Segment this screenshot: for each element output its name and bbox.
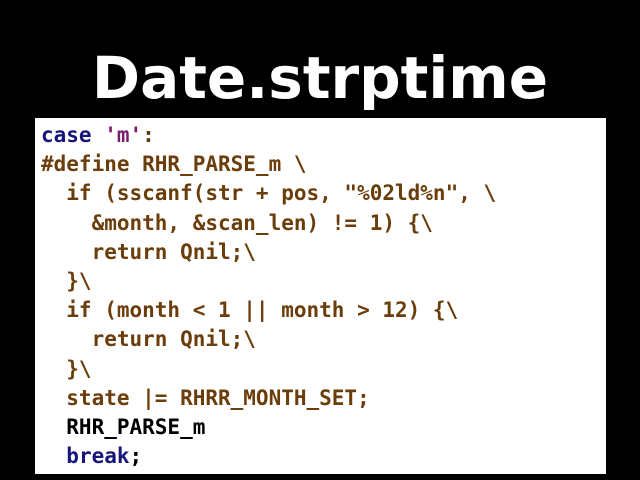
code-line: if (month < 1 || month > 12) {\ [41, 296, 606, 325]
code-token: break [66, 444, 130, 469]
code-token: #define RHR_PARSE_m \ [41, 152, 307, 177]
code-token: }\ [41, 356, 92, 381]
code-line: RHR_PARSE_m [41, 413, 606, 442]
code-line: }\ [41, 355, 606, 384]
code-token: RHR_PARSE_m [41, 414, 206, 439]
code-token: ; [129, 444, 143, 469]
code-token: }\ [41, 268, 92, 293]
code-token: &month, &scan_len) != 1) {\ [41, 210, 433, 235]
code-token: 'm' [104, 123, 143, 147]
code-line: }\ [41, 267, 606, 296]
code-line: if (sscanf(str + pos, "%02ld%n", \ [41, 179, 606, 208]
code-block: case 'm': #define RHR_PARSE_m \ if (sscan… [35, 118, 606, 474]
slide-title: Date.strptime [91, 44, 549, 112]
code-token: if (sscanf(str + pos, "%02ld%n", \ [41, 181, 497, 206]
code-line: #define RHR_PARSE_m \ [41, 150, 606, 179]
code-line: break; [41, 442, 606, 471]
code-token: if (month < 1 || month > 12) {\ [41, 298, 459, 323]
code-line: return Qnil;\ [41, 238, 606, 267]
code-token: state |= RHRR_MONTH_SET; [41, 385, 370, 410]
code-token: return Qnil;\ [41, 327, 256, 352]
slide: Date.strptime case 'm': #define RHR_PARSE… [0, 0, 640, 480]
code-line: return Qnil;\ [41, 325, 606, 354]
code-token: : [142, 123, 155, 147]
code-token: return Qnil;\ [41, 239, 256, 264]
code-line: case 'm': [41, 121, 606, 150]
code-line: state |= RHRR_MONTH_SET; [41, 384, 606, 413]
code-line: &month, &scan_len) != 1) {\ [41, 209, 606, 238]
code-token: case [41, 123, 92, 147]
